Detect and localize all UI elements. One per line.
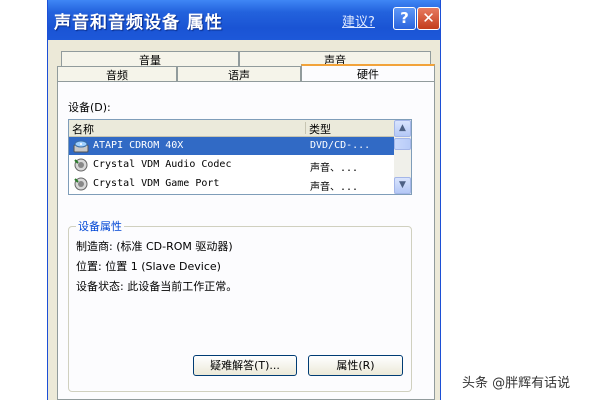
status-text: 设备状态: 此设备当前工作正常。 — [76, 280, 238, 293]
tab-volume[interactable]: 音量 — [61, 51, 239, 67]
vertical-scrollbar[interactable]: ▲ ▼ — [394, 120, 411, 194]
device-type: 声音、... — [310, 163, 359, 174]
tab-voice[interactable]: 语声 — [177, 66, 301, 82]
scroll-up-arrow-icon[interactable]: ▲ — [394, 120, 411, 137]
watermark: 头条 @胖辉有话说 — [462, 376, 571, 391]
troubleshoot-button[interactable]: 疑难解答(T)... — [193, 355, 297, 376]
device-type: 声音、... — [310, 182, 359, 193]
device-name: ATAPI CDROM 40X — [93, 140, 184, 151]
scroll-thumb[interactable] — [394, 138, 411, 150]
device-list[interactable]: 名称 类型 ATAPI CDROM 40X DVD/CD-... Crystal… — [68, 119, 412, 195]
device-properties-button[interactable]: 属性(R) — [308, 355, 403, 376]
help-link[interactable]: 建议? — [342, 11, 375, 30]
tab-audio[interactable]: 音频 — [57, 66, 177, 82]
close-button[interactable]: ✕ — [417, 7, 440, 30]
scroll-down-arrow-icon[interactable]: ▼ — [394, 177, 411, 194]
list-item[interactable]: ATAPI CDROM 40X DVD/CD-... — [69, 137, 395, 155]
title-bar[interactable]: 声音和音频设备 属性 建议? ? ✕ — [48, 0, 440, 40]
list-header: 名称 类型 — [69, 120, 395, 137]
cdrom-icon — [73, 139, 89, 153]
properties-dialog: 声音和音频设备 属性 建议? ? ✕ 音量 声音 音频 语声 硬件 设备(D):… — [47, 0, 441, 400]
device-name: Crystal VDM Audio Codec — [93, 159, 232, 170]
window-title: 声音和音频设备 属性 — [54, 13, 223, 33]
tab-hardware[interactable]: 硬件 — [301, 64, 435, 81]
manufacturer-text: 制造商: (标准 CD-ROM 驱动器) — [76, 240, 233, 253]
device-name: Crystal VDM Game Port — [93, 178, 220, 189]
column-header-name[interactable]: 名称 — [72, 121, 94, 137]
location-text: 位置: 位置 1 (Slave Device) — [76, 260, 221, 273]
column-header-type[interactable]: 类型 — [309, 121, 331, 137]
audio-device-icon — [73, 177, 89, 191]
audio-device-icon — [73, 158, 89, 172]
column-separator[interactable] — [305, 122, 306, 134]
list-item[interactable]: Crystal VDM Audio Codec 声音、... — [69, 156, 395, 174]
list-item[interactable]: Crystal VDM Game Port 声音、... — [69, 175, 395, 193]
group-title: 设备属性 — [76, 218, 124, 234]
devices-label: 设备(D): — [68, 101, 111, 114]
device-type: DVD/CD-... — [310, 140, 371, 151]
help-button[interactable]: ? — [393, 7, 416, 30]
